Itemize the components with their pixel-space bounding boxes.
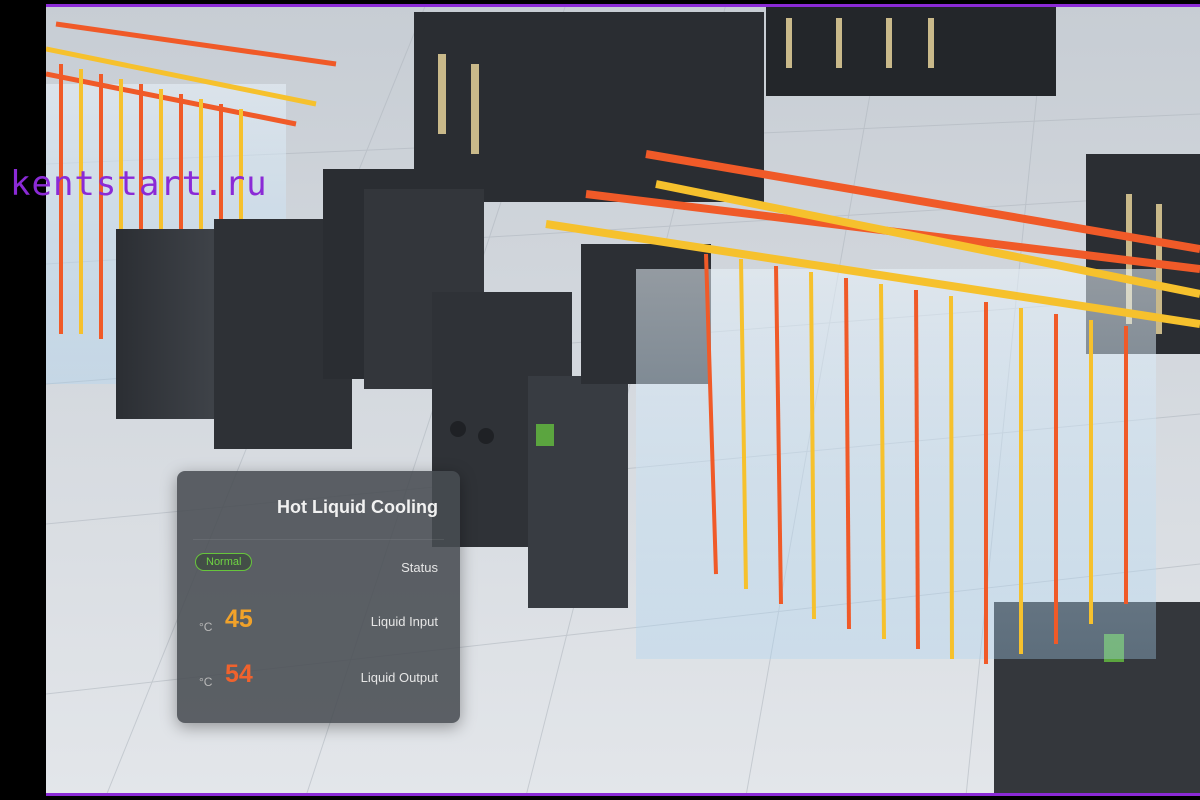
watermark-text: kentstart.ru [10, 164, 268, 204]
left-black-bar [0, 0, 46, 800]
liquid-input-label: Liquid Input [370, 614, 438, 629]
output-unit: °C [199, 675, 213, 689]
bottom-purple-border [46, 793, 1200, 796]
liquid-cooling-panel: Hot Liquid Cooling Normal Status °C 45 L… [177, 471, 460, 723]
panel-divider [193, 539, 444, 540]
liquid-output-value: 54 [225, 660, 253, 688]
liquid-input-value: 45 [225, 605, 253, 633]
datacenter-scene: Hot Liquid Cooling Normal Status °C 45 L… [46, 4, 1200, 796]
top-purple-border [46, 4, 1200, 7]
panel-title: Hot Liquid Cooling [277, 497, 438, 517]
status-label: Status [401, 560, 438, 575]
screenshot-frame: Hot Liquid Cooling Normal Status °C 45 L… [0, 0, 1200, 800]
input-unit: °C [199, 620, 213, 634]
status-badge: Normal [195, 553, 253, 571]
liquid-output-label: Liquid Output [360, 670, 438, 685]
